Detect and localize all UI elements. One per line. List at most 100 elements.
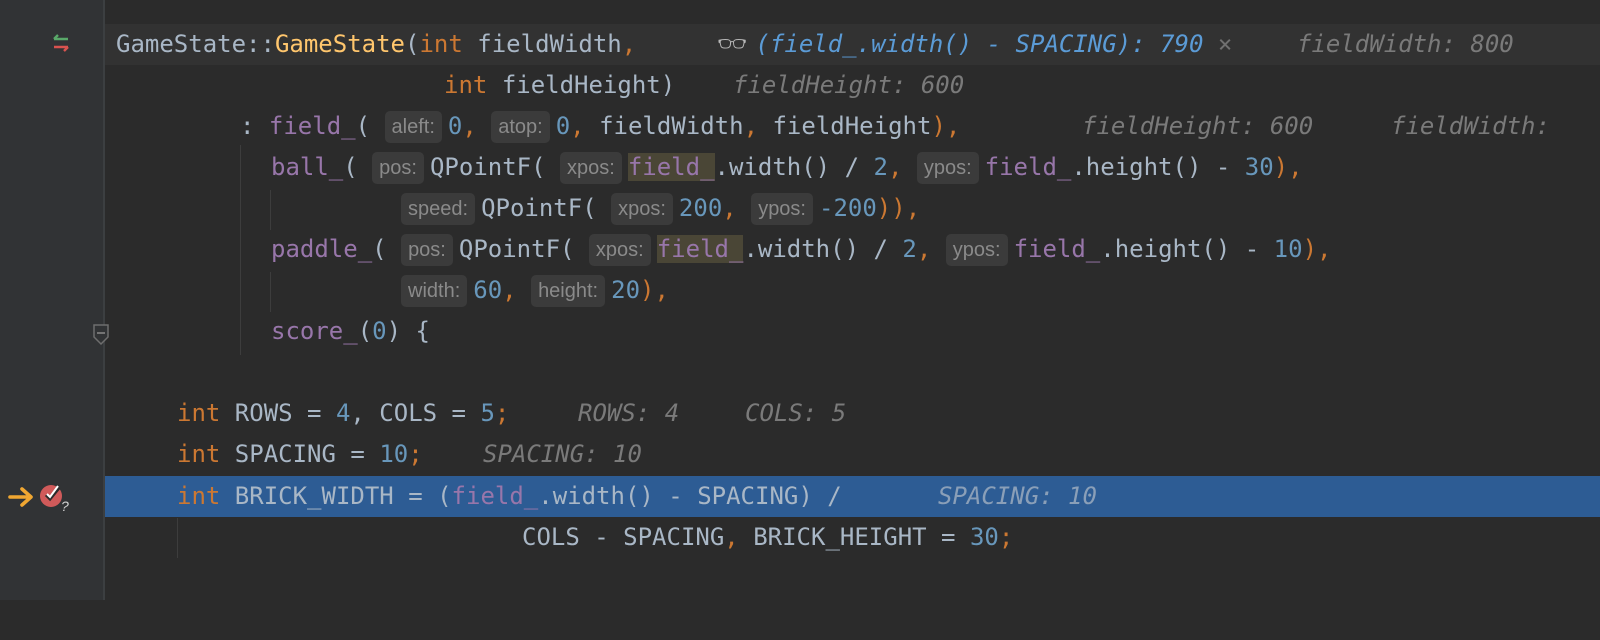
arg-fieldWidth: fieldWidth [599,112,744,140]
semicolon: ; [408,440,423,468]
code-line-6[interactable]: paddle_( pos: QPointF( xpos: field_.width(… [105,229,1600,270]
keyword-int: int [419,30,463,58]
param-hint-pos: pos: [372,152,424,184]
glasses-icon: 👓︎ [717,30,748,58]
inline-watch[interactable]: 👓︎ (field_.width() - SPACING): 790 × [717,24,1232,65]
code-line-1[interactable]: GameState::GameState(int fieldWidth, 👓︎(… [105,24,1600,65]
member-ball: ball_ [271,153,344,181]
width-call: .width() / [743,235,903,263]
watch-expression: (field_.width() - SPACING): 790 [755,30,1204,58]
code-line-3[interactable]: : field_( aleft: 0, atop: 0, fieldWidth, f… [105,106,1600,147]
param-hint-xpos: xpos: [588,234,651,266]
param-hint-ypos: ypos: [916,152,979,184]
comma: , [724,523,739,551]
comma: , [621,30,637,58]
member-score: score_ [271,317,358,345]
param-hint-atop: atop: [491,111,550,143]
swap-arrows-icon[interactable] [50,32,72,54]
open-paren: ( [355,112,371,140]
member-field: field_ [984,153,1072,181]
inline-value-rows: ROWS: 4 [578,399,680,427]
width-expression: .width() - SPACING) / [538,482,842,510]
param-fieldHeight: fieldHeight [501,71,661,99]
class-name: GameState [116,30,247,58]
close-paren: ), [640,276,669,304]
comma: , [887,153,903,181]
decl-cols: , COLS = [350,399,481,427]
comma: , [570,112,585,140]
close-paren: ), [1273,153,1303,181]
close-icon[interactable]: × [1218,30,1232,58]
code-line-11[interactable]: int SPACING = 10; SPACING: 10 [105,434,1600,475]
number: 2 [873,153,888,181]
param-hint-pos: pos: [401,234,453,266]
member-field: field_ [268,112,356,140]
number: 10 [1273,235,1303,263]
inline-value-cols: COLS: 5 [745,399,847,427]
open-paren: ( [343,153,358,181]
open-paren: ( [357,317,373,345]
expression-cols-spacing: COLS - SPACING [522,523,725,551]
code-line-7[interactable]: width: 60, height: 20), [105,270,1600,311]
member-field: field_ [1013,235,1101,263]
open-paren: ( [405,30,420,58]
code-line-8[interactable]: score_(0) { [105,311,1600,352]
close-paren: )), [876,194,921,222]
qpointf-call: QPointF( [429,153,546,181]
execution-point-arrow-icon [8,487,33,507]
comma: , [722,194,737,222]
decl-brick-width: BRICK_WIDTH = ( [220,482,452,510]
param-hint-speed: speed: [401,193,476,225]
comma: , [743,112,759,140]
number: 4 [335,399,351,427]
member-field-usage: field_ [627,153,715,181]
number: -200 [819,194,877,222]
code-line-2[interactable]: int fieldHeight) fieldHeight: 600 [105,65,1600,106]
number: 20 [611,276,641,304]
code-line-12-execution-point[interactable]: int BRICK_WIDTH = (field_.width() - SPAC… [105,476,1600,517]
open-paren: ( [372,235,387,263]
param-hint-height: height: [531,275,606,307]
number: 0 [372,317,387,345]
qpointf-call: QPointF( [481,194,597,222]
code-editor[interactable]: GameState::GameState(int fieldWidth, 👓︎(… [105,0,1600,600]
arg-fieldHeight: fieldHeight [772,112,932,140]
param-hint-ypos: ypos: [751,193,813,225]
decl-spacing: SPACING = [220,440,380,468]
colon: : [240,112,255,140]
keyword-int: int [177,482,221,510]
number: 0 [447,112,463,140]
height-call: .height() - [1100,235,1274,263]
inline-value-fieldHeight: fieldHeight: 600 [733,71,965,99]
width-call: .width() / [714,153,874,181]
param-hint-width: width: [401,275,468,307]
decl-rows: ROWS = [220,399,336,427]
member-paddle: paddle_ [271,235,373,263]
member-field-usage: field_ [656,235,744,263]
inline-value-spacing: SPACING: 10 [483,440,642,468]
qpointf-call: QPointF( [458,235,575,263]
keyword-int: int [177,440,221,468]
code-line-13[interactable]: COLS - SPACING, BRICK_HEIGHT = 30; [105,517,1600,558]
inline-value-fieldHeight: fieldHeight: 600 [1082,112,1314,140]
number: 60 [473,276,503,304]
editor-gutter[interactable]: ? [0,0,109,600]
breakpoint-badge: ? [61,498,69,514]
inline-value-fieldWidth: fieldWidth: [1391,112,1550,140]
param-hint-xpos: xpos: [560,152,622,184]
param-hint-ypos: ypos: [945,234,1008,266]
code-line-4[interactable]: ball_( pos: QPointF( xpos: field_.width() … [105,147,1600,188]
number: 0 [555,112,571,140]
keyword-int: int [177,399,221,427]
code-line-10[interactable]: int ROWS = 4, COLS = 5; ROWS: 4 COLS: 5 [105,393,1600,434]
number: 30 [969,523,999,551]
decl-brick-height: BRICK_HEIGHT = [738,523,970,551]
height-call: .height() - [1071,153,1245,181]
number: 200 [678,194,723,222]
comma: , [462,112,477,140]
semicolon: ; [494,399,510,427]
number: 5 [480,399,495,427]
code-line-5[interactable]: speed: QPointF( xpos: 200, ypos: -200)), [105,188,1600,229]
keyword-int: int [444,71,488,99]
comma: , [916,235,932,263]
